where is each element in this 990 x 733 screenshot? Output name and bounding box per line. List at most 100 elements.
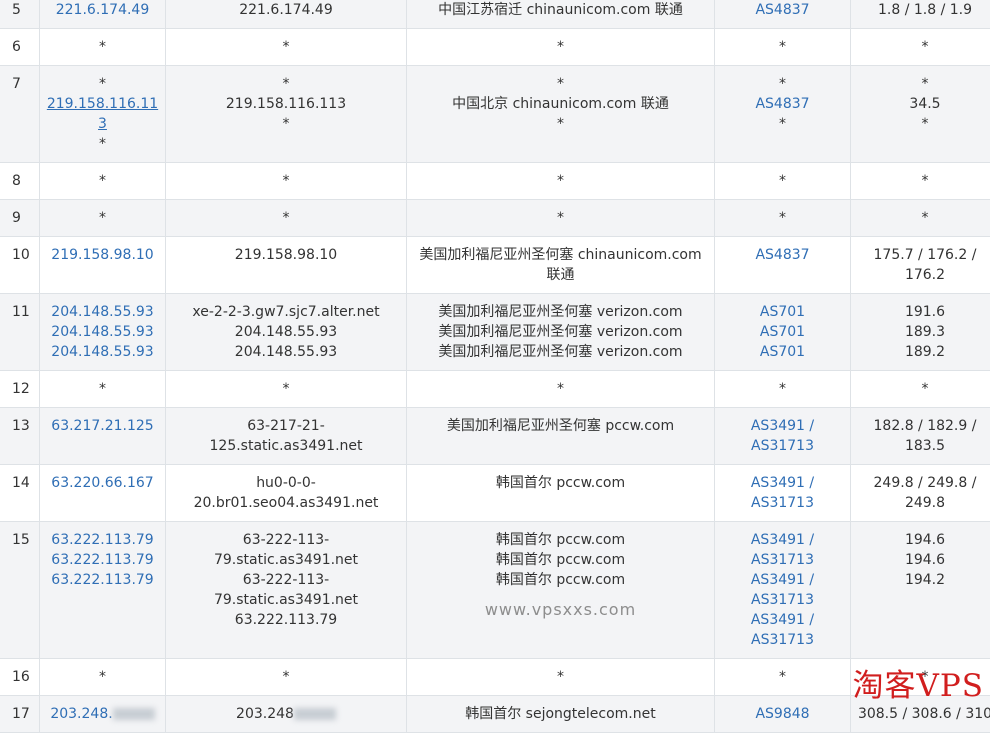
cell-text: * [99, 669, 106, 685]
ip-link[interactable]: 63.222.113.79 [46, 550, 159, 570]
asn-link[interactable]: AS31713 [721, 590, 844, 610]
cell-text: * [779, 76, 786, 92]
asn-link[interactable]: AS31713 [721, 630, 844, 650]
loc-value: * [413, 208, 708, 228]
ip-link[interactable]: 63.222.113.79 [46, 530, 159, 550]
site-logo: 淘客VPS [853, 660, 984, 705]
ip-link[interactable]: 63.220.66.167 [46, 473, 159, 493]
hop-number: 6 [0, 29, 40, 66]
as-cell: AS3491 / AS31713 [715, 408, 851, 465]
loc-value: 美国加利福尼亚州圣何塞 chinaunicom.com 联通 [413, 245, 708, 285]
as-value: * [721, 379, 844, 399]
asn-link[interactable]: AS4837 [721, 245, 844, 265]
ip-cell: 63.220.66.167 [40, 465, 166, 522]
host-cell: 63-217-21-125.static.as3491.net [166, 408, 407, 465]
asn-link[interactable]: AS4837 [721, 0, 844, 20]
cell-text: 中国北京 chinaunicom.com 联通 [452, 96, 669, 112]
as-value: * [721, 114, 844, 134]
cell-text: * [99, 173, 106, 189]
loc-value: 美国加利福尼亚州圣何塞 verizon.com [413, 302, 708, 322]
rtt-value: 194.2 [857, 570, 990, 590]
ip-cell: 203.248. [40, 696, 166, 733]
cell-text: 191.6 [905, 304, 945, 320]
ip-value: * [46, 208, 159, 228]
ip-link[interactable]: 204.148.55.93 [46, 302, 159, 322]
cell-text: xe-2-2-3.gw7.sjc7.alter.net [192, 304, 379, 320]
rtt-cell: 194.6194.6194.2 [851, 522, 990, 659]
asn-link[interactable]: AS3491 / AS31713 [721, 473, 844, 513]
cell-text: * [99, 381, 106, 397]
cell-text: 63.222.113.79 [51, 552, 153, 568]
as-cell: * [715, 29, 851, 66]
asn-link[interactable]: AS31713 [721, 550, 844, 570]
cell-text: 63.220.66.167 [51, 475, 153, 491]
loc-cell: 美国加利福尼亚州圣何塞 pccw.com [407, 408, 715, 465]
ip-link[interactable]: 204.148.55.93 [46, 322, 159, 342]
cell-text: AS9848 [755, 706, 809, 722]
rtt-value: * [857, 208, 990, 228]
cell-text: * [922, 173, 929, 189]
host-cell: xe-2-2-3.gw7.sjc7.alter.net 204.148.55.93… [166, 294, 407, 371]
ip-link[interactable]: 63.222.113.79 [46, 570, 159, 590]
cell-text: AS3491 / [751, 572, 814, 588]
rtt-cell: * [851, 29, 990, 66]
ip-link[interactable]: 221.6.174.49 [46, 0, 159, 20]
cell-text: AS3491 / [751, 612, 814, 628]
ip-link[interactable]: 219.158.98.10 [46, 245, 159, 265]
cell-text: 182.8 / 182.9 / 183.5 [874, 418, 977, 454]
rtt-value: * [857, 171, 990, 191]
asn-link[interactable]: AS3491 / [721, 530, 844, 550]
loc-cell: * [407, 29, 715, 66]
host-value: * [172, 208, 400, 228]
cell-text: 63-222-113-79.static.as3491.net [214, 572, 358, 608]
asn-link[interactable]: AS9848 [721, 704, 844, 724]
ip-link[interactable]: 204.148.55.93 [46, 342, 159, 362]
loc-cell: 美国加利福尼亚州圣何塞 chinaunicom.com 联通 [407, 237, 715, 294]
cell-text: * [283, 210, 290, 226]
ip-link[interactable]: 203.248. [46, 704, 159, 724]
host-value: 219.158.98.10 [172, 245, 400, 265]
cell-text: 中国江苏宿迁 chinaunicom.com 联通 [438, 2, 683, 18]
host-cell: * [166, 371, 407, 408]
cell-text: 63.222.113.79 [51, 572, 153, 588]
host-value: hu0-0-0-20.br01.seo04.as3491.net [172, 473, 400, 513]
rtt-value: 194.6 [857, 530, 990, 550]
hop-number: 7 [0, 66, 40, 163]
asn-link[interactable]: AS701 [721, 302, 844, 322]
cell-text: * [779, 173, 786, 189]
cell-text: * [99, 210, 106, 226]
cell-text: * [99, 39, 106, 55]
rtt-cell: * [851, 200, 990, 237]
ip-cell: *219.158.116.113* [40, 66, 166, 163]
cell-text: 203.248. [50, 706, 112, 722]
cell-text: 美国加利福尼亚州圣何塞 pccw.com [447, 418, 674, 434]
cell-text: * [557, 76, 564, 92]
cell-text: 美国加利福尼亚州圣何塞 verizon.com [438, 304, 682, 320]
asn-link[interactable]: AS3491 / [721, 570, 844, 590]
loc-cell: 韩国首尔 pccw.com韩国首尔 pccw.com韩国首尔 pccw.comw… [407, 522, 715, 659]
asn-link[interactable]: AS3491 / [721, 610, 844, 630]
ip-link[interactable]: 63.217.21.125 [46, 416, 159, 436]
cell-text: 203.248 [236, 706, 294, 722]
rtt-cell: * [851, 371, 990, 408]
hop-number: 16 [0, 659, 40, 696]
cell-text: AS701 [760, 344, 805, 360]
table-row: 12***** [0, 371, 990, 408]
table-row: 10219.158.98.10219.158.98.10美国加利福尼亚州圣何塞 … [0, 237, 990, 294]
cell-text: * [922, 76, 929, 92]
host-value: xe-2-2-3.gw7.sjc7.alter.net [172, 302, 400, 322]
asn-link[interactable]: AS701 [721, 342, 844, 362]
asn-link[interactable]: AS4837 [721, 94, 844, 114]
host-value: 63-222-113-79.static.as3491.net [172, 570, 400, 610]
ip-link[interactable]: 219.158.116.113 [46, 94, 159, 134]
asn-link[interactable]: AS3491 / AS31713 [721, 416, 844, 456]
loc-value: 韩国首尔 sejongtelecom.net [413, 704, 708, 724]
cell-text: 204.148.55.93 [51, 344, 153, 360]
hop-number: 14 [0, 465, 40, 522]
ip-cell: * [40, 659, 166, 696]
ip-cell: 63.222.113.79 63.222.113.79 63.222.113.79 [40, 522, 166, 659]
cell-text: 韩国首尔 sejongtelecom.net [465, 706, 656, 722]
asn-link[interactable]: AS701 [721, 322, 844, 342]
rtt-value: 182.8 / 182.9 / 183.5 [857, 416, 990, 456]
host-value: 204.148.55.93 [172, 342, 400, 362]
